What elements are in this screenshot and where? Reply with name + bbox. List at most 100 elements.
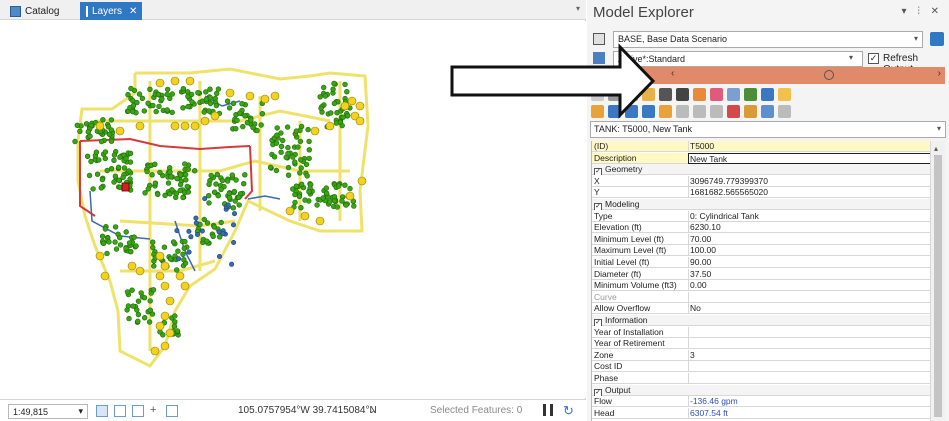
junction-marker[interactable] bbox=[345, 112, 351, 119]
junction-marker[interactable] bbox=[230, 100, 237, 107]
pipe-segment[interactable] bbox=[247, 195, 281, 200]
junction-marker[interactable] bbox=[219, 177, 226, 184]
junction-marker[interactable] bbox=[331, 194, 338, 200]
junction-marker[interactable] bbox=[344, 88, 350, 95]
junction-marker[interactable] bbox=[141, 108, 148, 114]
junction-marker[interactable] bbox=[226, 105, 233, 111]
property-row[interactable]: Year of Installation bbox=[592, 326, 931, 338]
junction-marker[interactable] bbox=[208, 172, 214, 179]
junction-marker[interactable] bbox=[142, 190, 148, 196]
junction-marker[interactable] bbox=[108, 117, 115, 123]
junction-marker[interactable] bbox=[93, 149, 100, 155]
junction-marker[interactable] bbox=[215, 86, 222, 92]
junction-marker[interactable] bbox=[183, 171, 189, 178]
junction-marker[interactable] bbox=[155, 91, 162, 98]
property-row[interactable]: Minimum Level (ft) 70.00 bbox=[592, 233, 931, 245]
property-grid-scrollbar[interactable]: ▴ bbox=[930, 141, 945, 421]
tank-marker[interactable] bbox=[100, 271, 110, 281]
junction-marker[interactable] bbox=[117, 154, 123, 160]
junction-marker[interactable] bbox=[149, 172, 155, 178]
junction-marker[interactable] bbox=[150, 244, 156, 251]
junction-marker[interactable] bbox=[125, 91, 131, 98]
junction-marker[interactable] bbox=[298, 157, 304, 163]
element-selector[interactable]: TANK: T5000, New Tank ▾ bbox=[590, 121, 946, 138]
junction-marker[interactable] bbox=[98, 185, 105, 191]
junction-marker[interactable] bbox=[234, 117, 240, 124]
tank-marker[interactable] bbox=[135, 266, 145, 276]
valve-marker[interactable] bbox=[229, 261, 235, 267]
valve-marker[interactable] bbox=[217, 254, 223, 260]
property-row[interactable]: Year of Retirement bbox=[592, 338, 931, 350]
junction-marker[interactable] bbox=[297, 138, 304, 145]
junction-marker[interactable] bbox=[180, 85, 187, 92]
junction-marker[interactable] bbox=[233, 125, 239, 132]
junction-marker[interactable] bbox=[169, 91, 176, 97]
junction-marker[interactable] bbox=[273, 167, 280, 174]
junction-marker[interactable] bbox=[328, 110, 334, 116]
property-row[interactable]: Zone 3 bbox=[592, 349, 931, 361]
junction-marker[interactable] bbox=[180, 105, 186, 111]
valve-marker[interactable] bbox=[225, 202, 231, 208]
property-row[interactable]: (ID) T5000 bbox=[592, 141, 931, 152]
junction-marker[interactable] bbox=[207, 100, 214, 107]
tank-marker[interactable] bbox=[285, 206, 295, 216]
junction-marker[interactable] bbox=[295, 144, 301, 150]
scroll-up-icon[interactable]: ▴ bbox=[934, 144, 938, 153]
junction-marker[interactable] bbox=[177, 172, 184, 178]
property-row[interactable]: Flow -136.46 gpm bbox=[592, 396, 931, 408]
junction-marker[interactable] bbox=[133, 243, 139, 249]
junction-marker[interactable] bbox=[242, 172, 248, 178]
valve-marker[interactable] bbox=[193, 220, 199, 226]
tank-marker[interactable] bbox=[210, 111, 220, 121]
junction-marker[interactable] bbox=[274, 132, 280, 138]
junction-marker[interactable] bbox=[298, 181, 305, 188]
junction-marker[interactable] bbox=[169, 187, 175, 193]
junction-marker[interactable] bbox=[111, 157, 117, 164]
junction-marker[interactable] bbox=[347, 185, 353, 192]
junction-marker[interactable] bbox=[259, 110, 265, 117]
junction-marker[interactable] bbox=[126, 168, 132, 174]
label-icon[interactable] bbox=[778, 88, 791, 101]
junction-marker[interactable] bbox=[106, 239, 112, 245]
junction-marker[interactable] bbox=[305, 126, 311, 133]
tank-marker[interactable] bbox=[245, 91, 255, 101]
junction-marker[interactable] bbox=[306, 147, 312, 153]
property-value[interactable]: New Tank bbox=[688, 152, 931, 164]
junction-marker[interactable] bbox=[112, 224, 119, 230]
junction-marker[interactable] bbox=[155, 191, 161, 198]
junction-marker[interactable] bbox=[278, 143, 285, 150]
valve-marker[interactable] bbox=[231, 222, 237, 228]
tab-catalog[interactable]: Catalog bbox=[4, 2, 78, 20]
junction-marker[interactable] bbox=[87, 133, 93, 139]
junction-marker[interactable] bbox=[185, 103, 191, 110]
junction-marker[interactable] bbox=[322, 93, 329, 99]
constraint-icon[interactable] bbox=[114, 405, 126, 417]
flag-icon[interactable] bbox=[727, 105, 740, 118]
properties-icon[interactable] bbox=[676, 105, 689, 118]
junction-marker[interactable] bbox=[203, 89, 209, 95]
junction-marker[interactable] bbox=[146, 319, 153, 325]
grid-icon[interactable] bbox=[132, 405, 144, 417]
junction-marker[interactable] bbox=[159, 96, 165, 102]
property-value[interactable]: 100.00 bbox=[688, 245, 931, 257]
property-value[interactable]: No bbox=[688, 303, 931, 315]
tank-marker[interactable] bbox=[190, 121, 200, 131]
junction-marker[interactable] bbox=[267, 164, 274, 171]
tank-marker[interactable] bbox=[160, 311, 170, 321]
property-row[interactable]: Head 6307.54 ft bbox=[592, 407, 931, 419]
junction-marker[interactable] bbox=[327, 199, 333, 205]
junction-marker[interactable] bbox=[123, 229, 129, 235]
junction-marker[interactable] bbox=[112, 173, 119, 179]
tank-marker[interactable] bbox=[175, 271, 185, 281]
junction-marker[interactable] bbox=[351, 203, 357, 209]
junction-marker[interactable] bbox=[339, 122, 345, 129]
junction-marker[interactable] bbox=[135, 298, 142, 304]
collapse-icon[interactable]: ✓ bbox=[594, 319, 602, 326]
junction-marker[interactable] bbox=[342, 182, 348, 188]
property-row[interactable]: Initial Level (ft) 90.00 bbox=[592, 257, 931, 268]
junction-marker[interactable] bbox=[236, 202, 242, 208]
junction-marker[interactable] bbox=[112, 239, 118, 245]
more-tools-icon[interactable] bbox=[778, 105, 791, 118]
refresh-output-checkbox[interactable]: ✓ bbox=[868, 53, 879, 64]
junction-marker[interactable] bbox=[298, 205, 304, 211]
